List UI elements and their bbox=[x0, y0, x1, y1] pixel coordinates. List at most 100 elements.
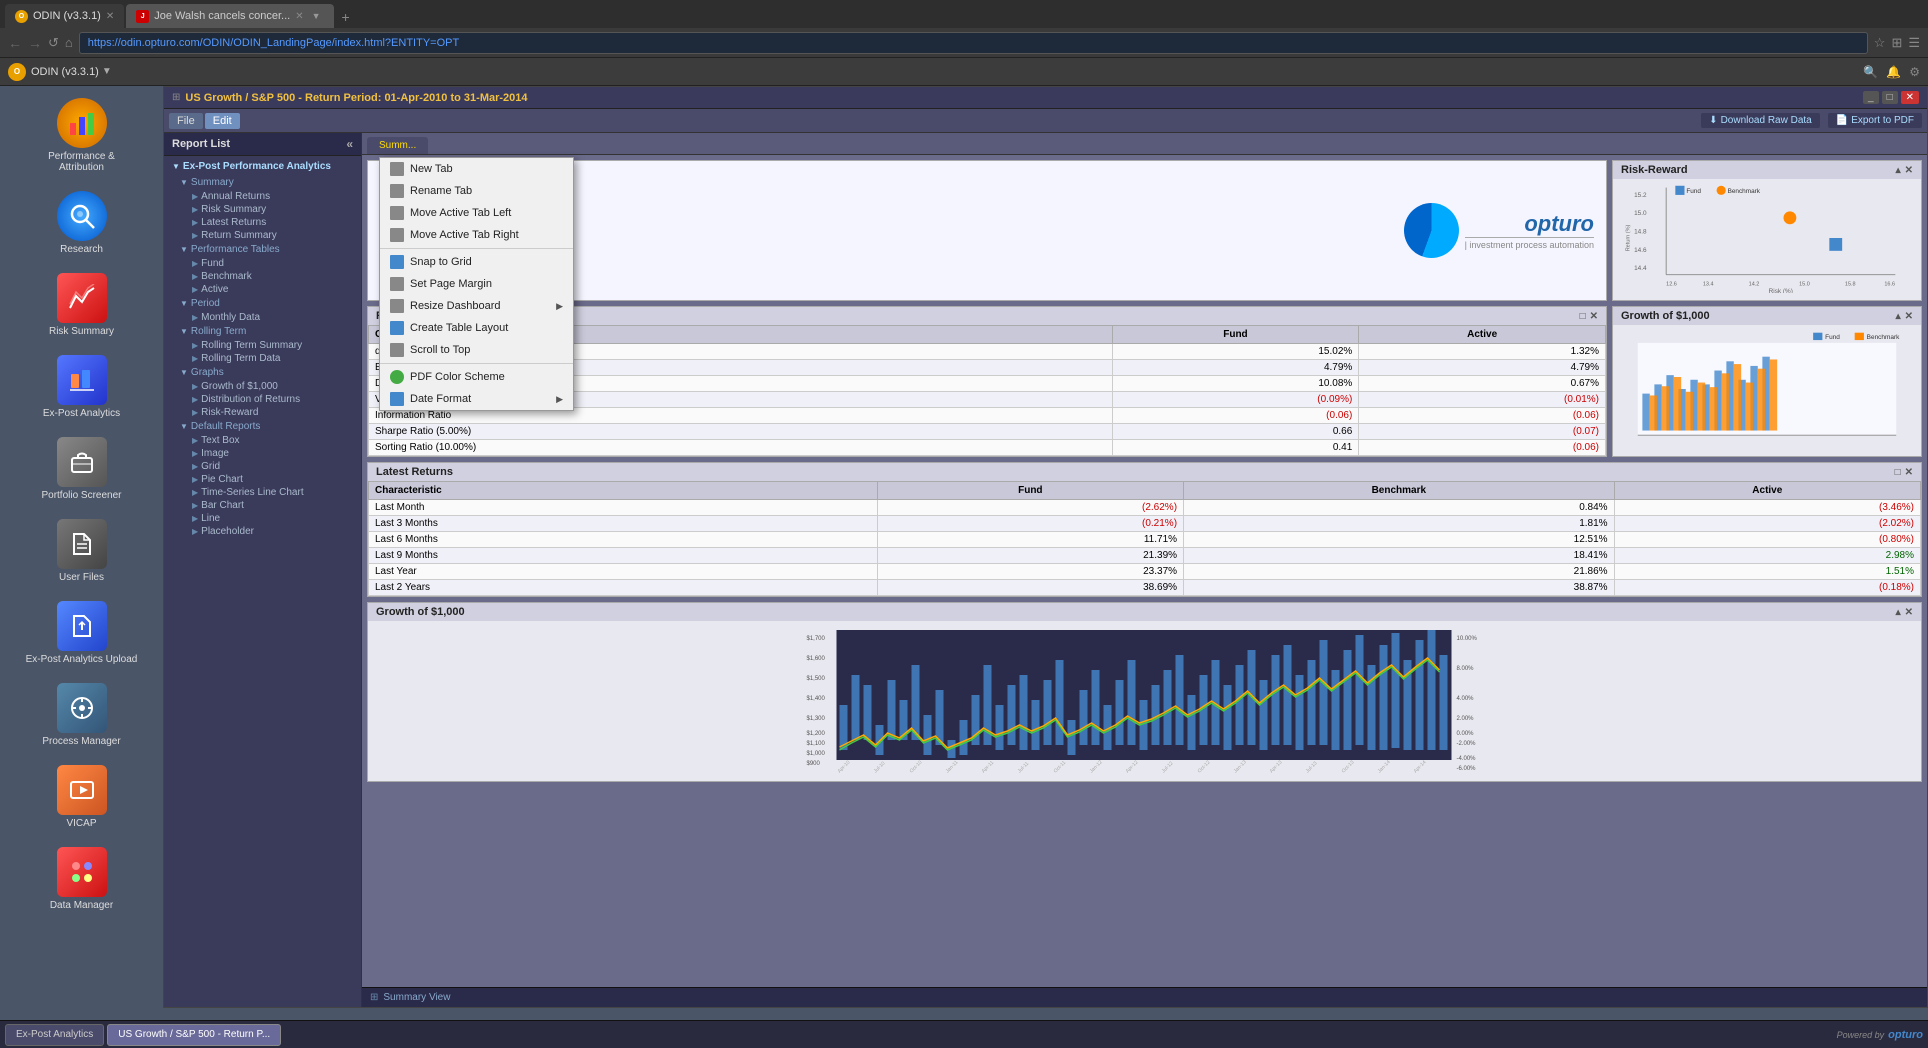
tab-odin[interactable]: O ODIN (v3.3.1) ✕ bbox=[5, 4, 124, 28]
risk-icon bbox=[68, 284, 96, 312]
tree-leaf-annual-returns[interactable]: ▶ Annual Returns bbox=[176, 190, 361, 203]
sidebar-item-datamanager[interactable]: Data Manager bbox=[17, 843, 147, 915]
export-pdf-btn[interactable]: 📄Export to PDF bbox=[1828, 113, 1922, 128]
tab-odin-close[interactable]: ✕ bbox=[106, 11, 114, 22]
tree-leaf-active[interactable]: ▶ Active bbox=[176, 283, 361, 296]
refresh-btn[interactable]: ↺ bbox=[48, 35, 59, 51]
tree-subgroup-defaultreports[interactable]: ▼ Default Reports bbox=[176, 419, 361, 434]
tab-joe-walsh[interactable]: J Joe Walsh cancels concer... ✕ ▼ bbox=[126, 4, 333, 28]
sidebar-item-process[interactable]: Process Manager bbox=[17, 679, 147, 751]
tree-group-header-expost[interactable]: ▼ Ex-Post Performance Analytics bbox=[164, 158, 361, 175]
tree-subgroup-rollingterm[interactable]: ▼ Rolling Term bbox=[176, 324, 361, 339]
tree-sub-period: ▼ Period ▶ Monthly Data bbox=[164, 296, 361, 324]
taskbar-expost-btn[interactable]: Ex-Post Analytics bbox=[5, 1024, 104, 1046]
window-minimize[interactable]: _ bbox=[1863, 91, 1879, 104]
bookmark-icon[interactable]: ⊞ bbox=[1891, 35, 1902, 51]
tab-joe-close[interactable]: ✕ bbox=[295, 11, 303, 22]
file-menu-btn[interactable]: File bbox=[169, 113, 203, 129]
tree-subgroup-graphs[interactable]: ▼ Graphs bbox=[176, 365, 361, 380]
back-btn[interactable]: ← bbox=[8, 35, 22, 51]
report-window: ⊞ US Growth / S&P 500 - Return Period: 0… bbox=[163, 86, 1928, 1008]
menu-item-newtab[interactable]: New Tab bbox=[380, 158, 573, 180]
menu-item-renametab[interactable]: Rename Tab bbox=[380, 180, 573, 202]
tree-leaf-textbox[interactable]: ▶ Text Box bbox=[176, 434, 361, 447]
risk-reward-close[interactable]: ✕ bbox=[1905, 165, 1913, 176]
tree-leaf-benchmark[interactable]: ▶ Benchmark bbox=[176, 270, 361, 283]
svg-text:Apr-11: Apr-11 bbox=[981, 760, 996, 775]
tree-leaf-latest-returns[interactable]: ▶ Latest Returns bbox=[176, 216, 361, 229]
latest-returns-collapse[interactable]: □ bbox=[1895, 467, 1901, 478]
menu-item-moveleft[interactable]: Move Active Tab Left bbox=[380, 202, 573, 224]
report-list-panel: Report List « ▼ Ex-Post Performance Anal… bbox=[164, 133, 362, 1007]
latest-returns-close[interactable]: ✕ bbox=[1905, 467, 1913, 478]
search-icon[interactable]: 🔍 bbox=[1863, 65, 1878, 79]
taskbar-usgrowth-btn[interactable]: US Growth / S&P 500 - Return P... bbox=[107, 1024, 281, 1046]
notification-icon[interactable]: 🔔 bbox=[1886, 65, 1901, 79]
tree-leaf-barchart[interactable]: ▶ Bar Chart bbox=[176, 499, 361, 512]
edit-menu-btn[interactable]: Edit bbox=[205, 113, 240, 129]
settings-icon[interactable]: ☰ bbox=[1908, 35, 1920, 51]
tree-leaf-grid[interactable]: ▶ Grid bbox=[176, 460, 361, 473]
browser-chrome: O ODIN (v3.3.1) ✕ J Joe Walsh cancels co… bbox=[0, 0, 1928, 58]
address-input[interactable] bbox=[79, 32, 1868, 54]
growth1000-right-close[interactable]: ✕ bbox=[1905, 311, 1913, 322]
sidebar-item-risk[interactable]: Risk Summary bbox=[17, 269, 147, 341]
tree-subgroup-summary[interactable]: ▼ Summary bbox=[176, 175, 361, 190]
risk-summary-collapse[interactable]: □ bbox=[1580, 311, 1586, 322]
tree-leaf-rolling-data[interactable]: ▶ Rolling Term Data bbox=[176, 352, 361, 365]
window-close[interactable]: ✕ bbox=[1901, 91, 1919, 104]
report-titlebar: ⊞ US Growth / S&P 500 - Return Period: 0… bbox=[164, 87, 1927, 109]
sidebar-item-research[interactable]: Research bbox=[17, 187, 147, 259]
sidebar-item-portfolio[interactable]: Portfolio Screener bbox=[17, 433, 147, 505]
window-controls: _ □ ✕ bbox=[1863, 91, 1919, 104]
tree-leaf-placeholder[interactable]: ▶ Placeholder bbox=[176, 525, 361, 538]
menu-item-scrolltop[interactable]: Scroll to Top bbox=[380, 339, 573, 361]
menu-item-dateformat[interactable]: Date Format ▶ bbox=[380, 388, 573, 410]
tree-leaf-piechart[interactable]: ▶ Pie Chart bbox=[176, 473, 361, 486]
growth1000-bottom-close[interactable]: ✕ bbox=[1905, 607, 1913, 618]
sidebar-item-performance[interactable]: Performance & Attribution bbox=[17, 94, 147, 177]
forward-btn[interactable]: → bbox=[28, 35, 42, 51]
tree-leaf-rolling-summary[interactable]: ▶ Rolling Term Summary bbox=[176, 339, 361, 352]
tree-leaf-risk-summary[interactable]: ▶ Risk Summary bbox=[176, 203, 361, 216]
growth1000-bottom-collapse[interactable]: ▴ bbox=[1896, 607, 1901, 618]
star-icon[interactable]: ☆ bbox=[1874, 35, 1886, 51]
tree-leaf-risk-reward[interactable]: ▶ Risk-Reward bbox=[176, 406, 361, 419]
sidebar-item-vicap[interactable]: VICAP bbox=[17, 761, 147, 833]
tree-leaf-return-summary[interactable]: ▶ Return Summary bbox=[176, 229, 361, 242]
menu-item-pdfcolor[interactable]: PDF Color Scheme bbox=[380, 366, 573, 388]
risk-reward-collapse[interactable]: ▴ bbox=[1896, 165, 1901, 176]
menu-item-resizedash[interactable]: Resize Dashboard ▶ bbox=[380, 295, 573, 317]
latest-returns-table: Characteristic Fund Benchmark Active Las… bbox=[368, 481, 1921, 596]
menu-item-createtable[interactable]: Create Table Layout bbox=[380, 317, 573, 339]
tree-leaf-monthly[interactable]: ▶ Monthly Data bbox=[176, 311, 361, 324]
sidebar-item-upload[interactable]: Ex-Post Analytics Upload bbox=[17, 597, 147, 669]
new-tab-button[interactable]: + bbox=[336, 6, 356, 28]
tree-leaf-distribution[interactable]: ▶ Distribution of Returns bbox=[176, 393, 361, 406]
svg-text:$1,600: $1,600 bbox=[807, 656, 826, 662]
tree-subgroup-period[interactable]: ▼ Period bbox=[176, 296, 361, 311]
sidebar-item-userfiles[interactable]: User Files bbox=[17, 515, 147, 587]
tree-leaf-fund[interactable]: ▶ Fund bbox=[176, 257, 361, 270]
growth1000-right-collapse[interactable]: ▴ bbox=[1896, 311, 1901, 322]
tree-leaf-growth1000[interactable]: ▶ Growth of $1,000 bbox=[176, 380, 361, 393]
download-raw-btn[interactable]: ⬇Download Raw Data bbox=[1701, 113, 1820, 128]
menu-item-moveright[interactable]: Move Active Tab Right bbox=[380, 224, 573, 246]
sidebar-item-expost[interactable]: Ex-Post Analytics bbox=[17, 351, 147, 423]
app-arrow[interactable]: ▼ bbox=[102, 66, 112, 77]
tree-leaf-image[interactable]: ▶ Image bbox=[176, 447, 361, 460]
summary-tab[interactable]: Summ... bbox=[367, 137, 428, 154]
menu-item-setpagemargin[interactable]: Set Page Margin bbox=[380, 273, 573, 295]
status-icon: ⊞ bbox=[370, 992, 378, 1003]
window-maximize[interactable]: □ bbox=[1882, 91, 1898, 104]
menu-item-snaptogrid[interactable]: Snap to Grid bbox=[380, 251, 573, 273]
risk-summary-close[interactable]: ✕ bbox=[1590, 311, 1598, 322]
home-btn[interactable]: ⌂ bbox=[65, 35, 73, 50]
panel-collapse-btn[interactable]: « bbox=[346, 137, 353, 151]
settings-app-icon[interactable]: ⚙ bbox=[1909, 65, 1920, 79]
tree-leaf-timeseries[interactable]: ▶ Time-Series Line Chart bbox=[176, 486, 361, 499]
main-layout: Performance & Attribution Research Risk … bbox=[0, 86, 1928, 1008]
tree-subgroup-perftables[interactable]: ▼ Performance Tables bbox=[176, 242, 361, 257]
tree-leaf-line[interactable]: ▶ Line bbox=[176, 512, 361, 525]
latest-returns-title: Latest Returns bbox=[376, 466, 453, 478]
